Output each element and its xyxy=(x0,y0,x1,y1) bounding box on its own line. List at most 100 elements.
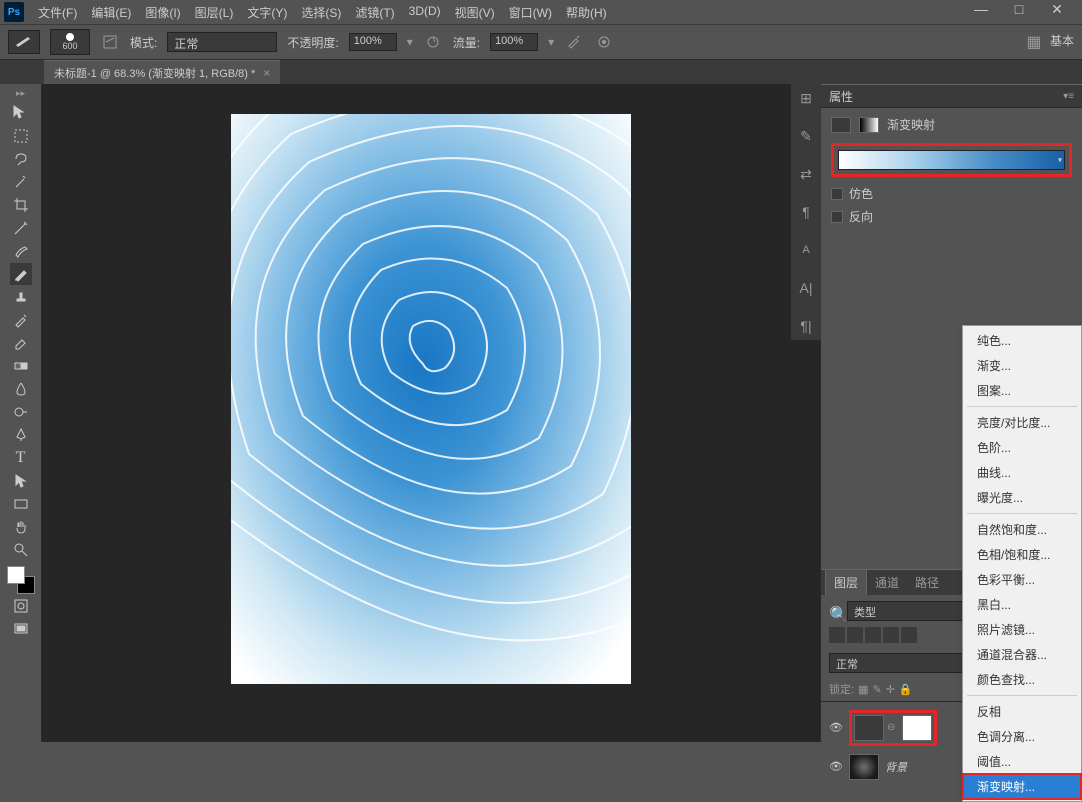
close-document-icon[interactable]: × xyxy=(263,66,270,80)
history-panel-icon[interactable]: ⊞ xyxy=(796,88,816,108)
gradient-picker[interactable]: ▾ xyxy=(838,150,1065,170)
crop-tool[interactable] xyxy=(10,194,32,216)
ctx-color-balance[interactable]: 色彩平衡... xyxy=(963,567,1081,592)
dodge-tool[interactable] xyxy=(10,401,32,423)
reverse-checkbox[interactable] xyxy=(831,211,843,223)
brush-presets-icon[interactable]: ⇄ xyxy=(796,164,816,184)
paragraph-styles-icon[interactable]: ¶| xyxy=(796,316,816,336)
blur-tool[interactable] xyxy=(10,378,32,400)
ctx-photo-filter[interactable]: 照片滤镜... xyxy=(963,617,1081,642)
rectangle-tool[interactable] xyxy=(10,493,32,515)
brush-tool[interactable] xyxy=(10,263,32,285)
history-brush-tool[interactable] xyxy=(10,309,32,331)
move-tool[interactable] xyxy=(10,102,32,124)
menu-type[interactable]: 文字(Y) xyxy=(241,2,293,23)
panel-menu-icon[interactable]: ▾≡ xyxy=(1063,91,1074,102)
character-panel-icon[interactable]: A xyxy=(796,240,816,260)
visibility-icon[interactable]: 👁 xyxy=(829,760,843,774)
gradient-tool[interactable] xyxy=(10,355,32,377)
menu-view[interactable]: 视图(V) xyxy=(449,2,501,23)
path-selection-tool[interactable] xyxy=(10,470,32,492)
brush-panel-toggle-icon[interactable] xyxy=(100,32,120,52)
ctx-curves[interactable]: 曲线... xyxy=(963,460,1081,485)
filter-pixel-icon[interactable] xyxy=(829,627,845,643)
ctx-vibrance[interactable]: 自然饱和度... xyxy=(963,517,1081,542)
lock-all-icon[interactable]: 🔒 xyxy=(899,683,913,696)
airbrush-icon[interactable] xyxy=(564,32,584,52)
ctx-invert[interactable]: 反相 xyxy=(963,699,1081,724)
lock-paint-icon[interactable]: ✎ xyxy=(872,683,881,696)
mask-thumb[interactable] xyxy=(902,715,932,741)
close-window-button[interactable]: ✕ xyxy=(1042,1,1072,19)
maximize-button[interactable]: □ xyxy=(1004,1,1034,19)
tool-preset-picker[interactable] xyxy=(8,30,40,54)
filter-adjustment-icon[interactable] xyxy=(847,627,863,643)
ctx-channel-mixer[interactable]: 通道混合器... xyxy=(963,642,1081,667)
tab-paths[interactable]: 路径 xyxy=(907,570,947,595)
marquee-tool[interactable] xyxy=(10,125,32,147)
tab-channels[interactable]: 通道 xyxy=(867,570,907,595)
ctx-brightness-contrast[interactable]: 亮度/对比度... xyxy=(963,410,1081,435)
styles-panel-icon[interactable]: A| xyxy=(796,278,816,298)
ctx-gradient[interactable]: 渐变... xyxy=(963,353,1081,378)
healing-brush-tool[interactable] xyxy=(10,240,32,262)
filter-shape-icon[interactable] xyxy=(883,627,899,643)
hand-tool[interactable] xyxy=(10,516,32,538)
eyedropper-tool[interactable] xyxy=(10,217,32,239)
canvas-area[interactable] xyxy=(42,84,820,742)
ctx-exposure[interactable]: 曝光度... xyxy=(963,485,1081,510)
blend-mode-select[interactable]: 正常 xyxy=(167,32,277,52)
menu-window[interactable]: 窗口(W) xyxy=(503,2,558,23)
opacity-pressure-icon[interactable] xyxy=(423,32,443,52)
gradient-dropdown-icon[interactable]: ▾ xyxy=(1058,156,1062,165)
text-tool[interactable]: T xyxy=(10,447,32,469)
menu-file[interactable]: 文件(F) xyxy=(32,2,83,23)
panel-dock-icon[interactable]: ▦ xyxy=(1024,32,1044,52)
lasso-tool[interactable] xyxy=(10,148,32,170)
clone-stamp-tool[interactable] xyxy=(10,286,32,308)
lock-position-icon[interactable]: ✛ xyxy=(886,683,895,696)
ctx-color-lookup[interactable]: 颜色查找... xyxy=(963,667,1081,692)
brush-panel-icon[interactable]: ✎ xyxy=(796,126,816,146)
menu-layer[interactable]: 图层(L) xyxy=(189,2,240,23)
paragraph-panel-icon[interactable]: ¶ xyxy=(796,202,816,222)
tab-layers[interactable]: 图层 xyxy=(825,569,867,595)
foreground-color-swatch[interactable] xyxy=(7,566,25,584)
filter-smart-icon[interactable] xyxy=(901,627,917,643)
pressure-size-icon[interactable] xyxy=(594,32,614,52)
opacity-field[interactable]: 100% xyxy=(349,33,397,51)
ctx-pattern[interactable]: 图案... xyxy=(963,378,1081,403)
pen-tool[interactable] xyxy=(10,424,32,446)
minimize-button[interactable]: — xyxy=(966,1,996,19)
eraser-tool[interactable] xyxy=(10,332,32,354)
lock-transparency-icon[interactable]: ▦ xyxy=(858,683,868,696)
ctx-posterize[interactable]: 色调分离... xyxy=(963,724,1081,749)
menu-3d[interactable]: 3D(D) xyxy=(403,2,447,23)
menu-select[interactable]: 选择(S) xyxy=(295,2,347,23)
menu-filter[interactable]: 滤镜(T) xyxy=(349,2,400,23)
adjustment-thumb[interactable] xyxy=(854,715,884,741)
menu-help[interactable]: 帮助(H) xyxy=(560,2,613,23)
flow-field[interactable]: 100% xyxy=(490,33,538,51)
color-swatches[interactable] xyxy=(7,566,35,594)
basic-workspace-button[interactable]: 基本 xyxy=(1050,32,1074,52)
brush-preset-picker[interactable]: 600 xyxy=(50,29,90,55)
visibility-icon[interactable]: 👁 xyxy=(829,721,843,735)
ctx-levels[interactable]: 色阶... xyxy=(963,435,1081,460)
ctx-solid-color[interactable]: 纯色... xyxy=(963,328,1081,353)
menu-image[interactable]: 图像(I) xyxy=(139,2,186,23)
screen-mode-tool[interactable] xyxy=(10,618,32,640)
document-tab[interactable]: 未标题-1 @ 68.3% (渐变映射 1, RGB/8) * × xyxy=(44,60,280,85)
menu-edit[interactable]: 编辑(E) xyxy=(85,2,137,23)
layer-thumb[interactable] xyxy=(849,754,879,780)
dither-checkbox[interactable] xyxy=(831,188,843,200)
ctx-hue-saturation[interactable]: 色相/饱和度... xyxy=(963,542,1081,567)
panel-grip-icon[interactable]: ▸▸ xyxy=(16,88,25,99)
ctx-threshold[interactable]: 阈值... xyxy=(963,749,1081,774)
document-canvas[interactable] xyxy=(231,114,631,684)
magic-wand-tool[interactable] xyxy=(10,171,32,193)
ctx-gradient-map[interactable]: 渐变映射... xyxy=(963,774,1081,799)
quick-mask-tool[interactable] xyxy=(10,595,32,617)
ctx-black-white[interactable]: 黑白... xyxy=(963,592,1081,617)
zoom-tool[interactable] xyxy=(10,539,32,561)
